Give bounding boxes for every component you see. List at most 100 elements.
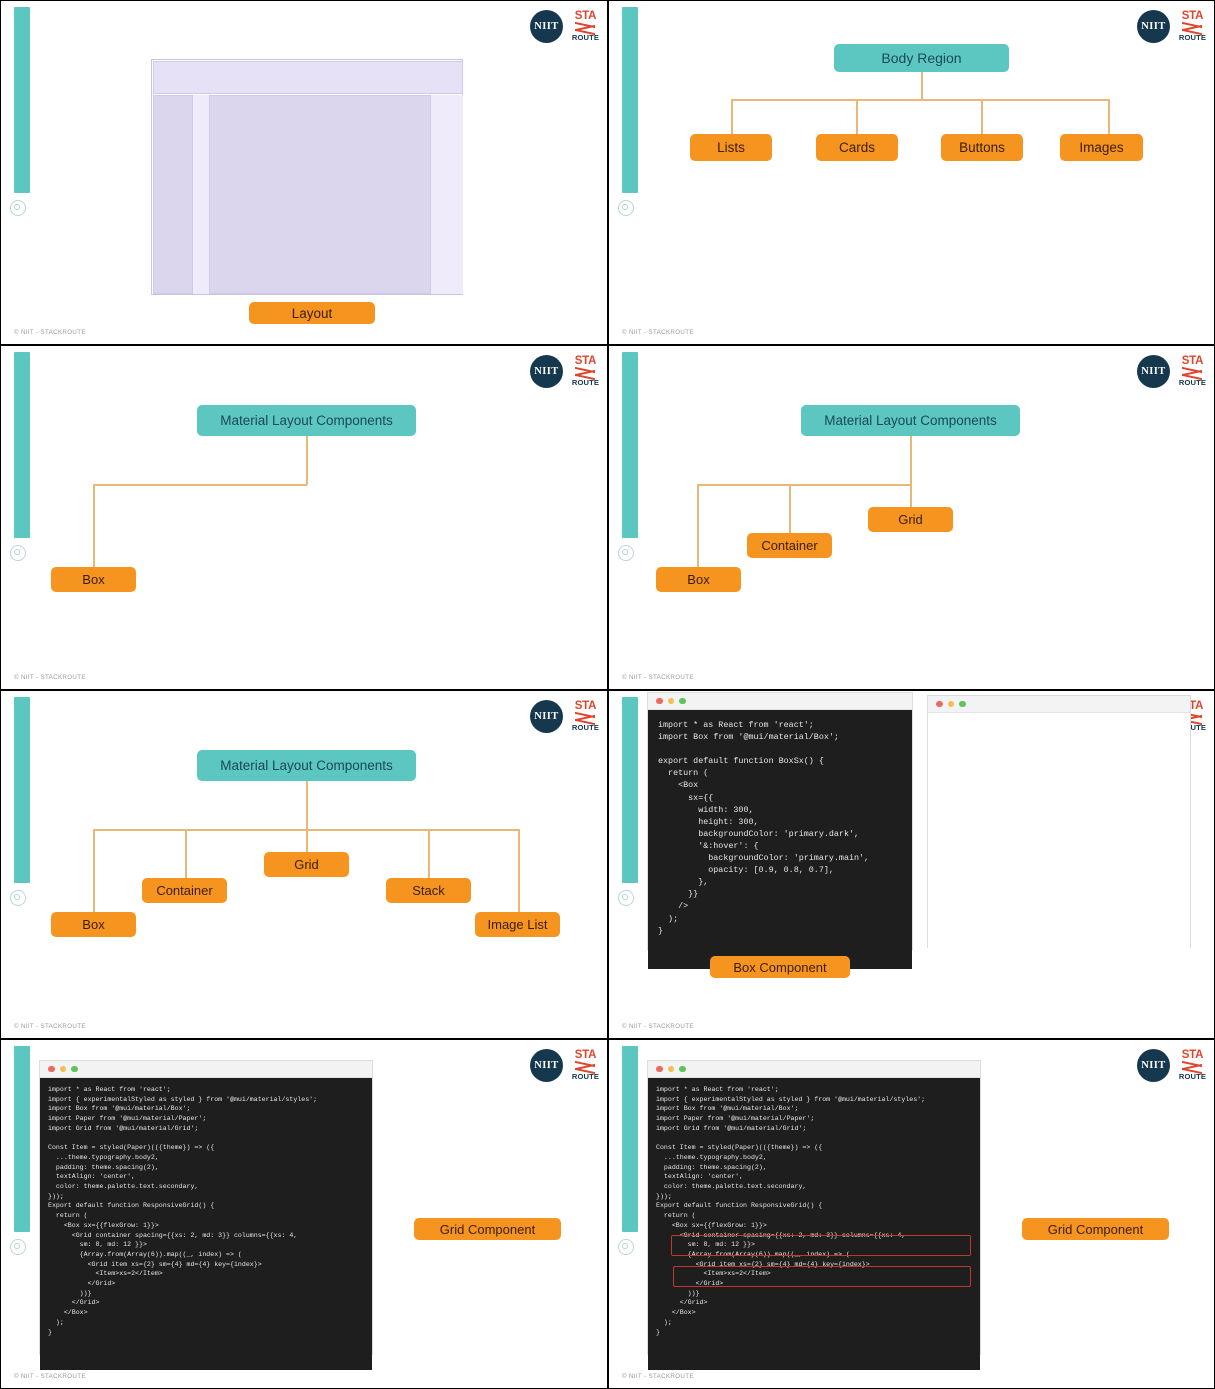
slide-body-region[interactable]: NIIT STA ROUTE Body Region Lists Cards B… — [608, 0, 1215, 345]
tree-child-node[interactable]: Box — [51, 567, 136, 592]
slide-grid-component[interactable]: NIIT STA ROUTE import * as React from 'r… — [0, 1039, 608, 1389]
connector-branch-5 — [518, 829, 520, 921]
tree-child-node[interactable]: Box — [51, 912, 136, 937]
tree-root-label: Material Layout Components — [220, 413, 393, 428]
slide-caption-badge[interactable]: Grid Component — [1022, 1218, 1169, 1240]
slide-grid-component-highlighted[interactable]: NIIT STA ROUTE import * as React from 'r… — [608, 1039, 1215, 1389]
tree-child-label: Grid — [898, 512, 923, 527]
connector-branch-1 — [93, 484, 95, 576]
niit-logo-text: NIIT — [534, 1060, 559, 1071]
window-titlebar[interactable] — [40, 1061, 372, 1078]
stackroute-logo-icon: STA ROUTE — [1179, 11, 1206, 41]
maximize-window-icon[interactable] — [959, 700, 966, 708]
minimize-window-icon[interactable] — [59, 1065, 66, 1073]
tree-child-node[interactable]: Container — [747, 533, 832, 558]
brand-logo: NIIT STA ROUTE — [529, 10, 599, 43]
slide-deck-grid: NIIT STA ROUTE Layout © NIIT - STACKROUT… — [0, 0, 1215, 1389]
slide-caption-badge[interactable]: Box Component — [710, 956, 850, 978]
slide-material-layout-components-1[interactable]: NIIT STA ROUTE Material Layout Component… — [0, 345, 608, 690]
connector-root-stem — [306, 781, 308, 830]
tree-child-node[interactable]: Lists — [690, 134, 772, 161]
tree-child-node[interactable]: Grid — [264, 852, 349, 877]
window-titlebar[interactable] — [648, 1061, 980, 1078]
bullet-marker-icon — [618, 890, 634, 906]
tree-child-node[interactable]: Cards — [816, 134, 898, 161]
accent-rail — [622, 7, 638, 193]
connector-root-stem — [921, 72, 923, 100]
connector-branch-4 — [1108, 99, 1110, 134]
accent-rail — [14, 697, 30, 883]
niit-logo-text: NIIT — [1141, 366, 1166, 377]
tree-child-node[interactable]: Image List — [475, 912, 560, 937]
copyright-footer: © NIIT - STACKROUTE — [14, 674, 86, 681]
tree-child-node[interactable]: Container — [142, 878, 227, 903]
tree-root-label: Body Region — [881, 50, 962, 66]
tree-child-label: Images — [1079, 140, 1124, 155]
close-window-icon[interactable] — [936, 700, 943, 708]
grid-component-code[interactable]: import * as React from 'react'; import {… — [648, 1078, 980, 1370]
maximize-window-icon[interactable] — [71, 1065, 78, 1073]
wireframe-main-content — [209, 95, 431, 294]
code-editor-window[interactable]: import * as React from 'react'; import B… — [647, 692, 913, 969]
stackroute-top-text: STA — [574, 700, 597, 713]
maximize-window-icon[interactable] — [679, 1065, 686, 1073]
minimize-window-icon[interactable] — [667, 697, 674, 705]
window-titlebar[interactable] — [928, 696, 1190, 713]
stackroute-bars-icon — [575, 1060, 596, 1075]
niit-logo-text: NIIT — [1141, 1060, 1166, 1071]
window-titlebar[interactable] — [648, 693, 912, 710]
tree-root-node[interactable]: Body Region — [834, 44, 1009, 72]
slide-caption-label: Layout — [291, 305, 333, 321]
tree-child-label: Container — [156, 883, 213, 898]
grid-component-code[interactable]: import * as React from 'react'; import {… — [40, 1078, 372, 1370]
stackroute-logo-icon: STA ROUTE — [572, 11, 599, 41]
niit-logo-icon: NIIT — [1136, 10, 1170, 43]
slide-caption-label: Grid Component — [439, 1221, 536, 1237]
tree-root-node[interactable]: Material Layout Components — [197, 405, 416, 436]
slide-box-component[interactable]: NIIT STA ROUTE import * as React from 'r… — [608, 690, 1215, 1039]
wireframe-left-column — [153, 95, 193, 294]
brand-logo: NIIT STA ROUTE — [529, 1049, 599, 1082]
stackroute-top-text: STA — [1181, 355, 1204, 368]
brand-logo: NIIT STA ROUTE — [1136, 1049, 1206, 1082]
niit-logo-icon: NIIT — [529, 355, 563, 388]
tree-child-node[interactable]: Images — [1060, 134, 1143, 161]
code-editor-window[interactable]: import * as React from 'react'; import {… — [39, 1060, 373, 1370]
slide-material-layout-components-3[interactable]: NIIT STA ROUTE Material Layout Component… — [0, 690, 608, 1039]
minimize-window-icon[interactable] — [667, 1065, 674, 1073]
slide-caption-label: Grid Component — [1047, 1221, 1144, 1237]
tree-child-node[interactable]: Grid — [868, 507, 953, 532]
tree-root-node[interactable]: Material Layout Components — [801, 405, 1020, 436]
niit-logo-icon: NIIT — [1136, 355, 1170, 388]
accent-rail — [14, 7, 30, 193]
browser-preview-window[interactable] — [927, 695, 1191, 949]
tree-child-node[interactable]: Buttons — [941, 134, 1023, 161]
slide-caption-badge[interactable]: Layout — [249, 302, 375, 324]
slide-layout[interactable]: NIIT STA ROUTE Layout © NIIT - STACKROUT… — [0, 0, 608, 345]
code-editor-window[interactable]: import * as React from 'react'; import {… — [647, 1060, 981, 1370]
tree-child-label: Lists — [717, 140, 745, 155]
maximize-window-icon[interactable] — [679, 697, 686, 705]
wireframe-header-region — [153, 61, 463, 94]
close-window-icon[interactable] — [656, 1065, 663, 1073]
tree-child-node[interactable]: Stack — [386, 878, 471, 903]
close-window-icon[interactable] — [656, 697, 663, 705]
slide-material-layout-components-2[interactable]: NIIT STA ROUTE Material Layout Component… — [608, 345, 1215, 690]
tree-child-label: Container — [761, 538, 818, 553]
copyright-footer: © NIIT - STACKROUTE — [622, 674, 694, 681]
tree-root-node[interactable]: Material Layout Components — [197, 750, 416, 781]
box-component-code[interactable]: import * as React from 'react'; import B… — [648, 710, 912, 969]
tree-child-node[interactable]: Box — [656, 567, 741, 592]
copyright-footer: © NIIT - STACKROUTE — [622, 1373, 694, 1380]
stackroute-top-text: STA — [1181, 10, 1204, 23]
close-window-icon[interactable] — [48, 1065, 55, 1073]
brand-logo: NIIT STA ROUTE — [529, 700, 599, 733]
bullet-marker-icon — [618, 1239, 634, 1255]
slide-caption-badge[interactable]: Grid Component — [414, 1218, 561, 1240]
stackroute-logo-icon: STA ROUTE — [572, 356, 599, 386]
copyright-footer: © NIIT - STACKROUTE — [622, 329, 694, 336]
tree-child-label: Box — [687, 572, 710, 587]
accent-rail — [622, 697, 638, 883]
brand-logo: NIIT STA ROUTE — [1136, 10, 1206, 43]
minimize-window-icon[interactable] — [947, 700, 954, 708]
